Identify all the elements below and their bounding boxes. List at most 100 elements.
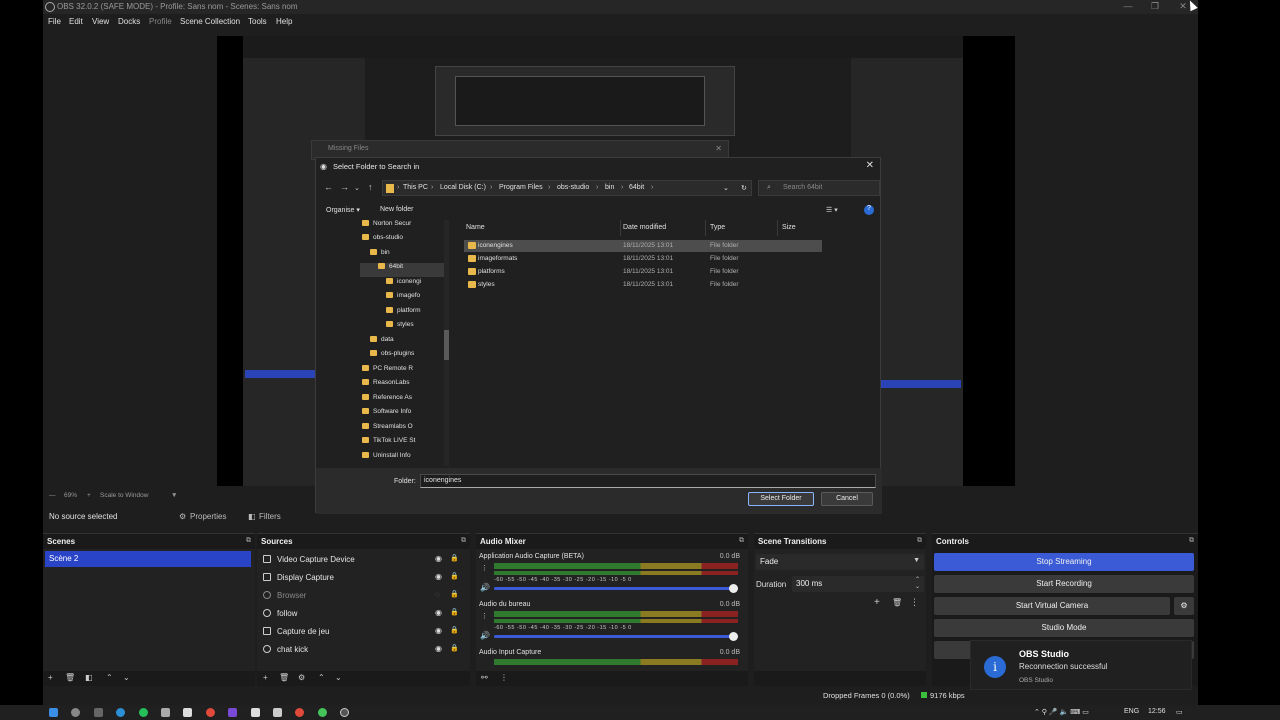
volume-slider-handle[interactable] bbox=[729, 584, 738, 593]
app-icon[interactable] bbox=[161, 708, 170, 717]
eye-icon[interactable]: ◉ bbox=[435, 626, 442, 635]
trash-icon[interactable]: 🗑 bbox=[279, 673, 289, 682]
source-item[interactable]: Browser ◌ 🔒 bbox=[261, 587, 461, 605]
column-name[interactable]: Name bbox=[466, 224, 485, 231]
chevron-down-icon[interactable]: ▼ bbox=[171, 492, 177, 499]
chrome-icon[interactable] bbox=[206, 708, 215, 717]
app-icon[interactable] bbox=[318, 708, 327, 717]
breadcrumb-item[interactable]: Local Disk (C:) bbox=[440, 184, 486, 191]
app-icon[interactable] bbox=[273, 708, 282, 717]
tree-item[interactable]: bin bbox=[370, 249, 390, 263]
folder-input[interactable]: iconengines bbox=[420, 474, 876, 488]
close-icon[interactable]: ✕ bbox=[715, 144, 722, 153]
chrome-icon[interactable] bbox=[295, 708, 304, 717]
breadcrumb-item[interactable]: This PC bbox=[403, 184, 428, 191]
menu-file[interactable]: File bbox=[48, 17, 61, 26]
tree-item[interactable]: TikTok LIVE St bbox=[362, 437, 415, 451]
column-type[interactable]: Type bbox=[710, 224, 725, 231]
scale-to-window[interactable]: Scale to Window bbox=[100, 492, 148, 499]
trash-icon[interactable]: 🗑 bbox=[892, 598, 902, 607]
menu-scene-collection[interactable]: Scene Collection bbox=[180, 17, 240, 26]
speaker-icon[interactable]: 🔊 bbox=[480, 583, 490, 592]
filters-button[interactable]: Filters bbox=[259, 512, 281, 521]
link-icon[interactable]: ⚯ bbox=[481, 673, 488, 682]
chevron-down-icon[interactable]: ⌄ bbox=[723, 184, 729, 192]
view-options-icon[interactable]: ☰ ▾ bbox=[826, 206, 838, 214]
tree-scrollbar[interactable] bbox=[444, 220, 449, 466]
start-virtual-camera-button[interactable]: Start Virtual Camera bbox=[934, 597, 1170, 615]
new-folder-button[interactable]: New folder bbox=[380, 206, 413, 213]
back-icon[interactable]: ← bbox=[324, 182, 333, 192]
stop-streaming-button[interactable]: Stop Streaming bbox=[934, 553, 1194, 571]
trash-icon[interactable]: 🗑 bbox=[65, 673, 75, 682]
tree-item[interactable]: Reference As bbox=[362, 394, 412, 408]
kebab-menu-icon[interactable]: ⋮ bbox=[500, 673, 508, 682]
breadcrumb-item[interactable]: bin bbox=[605, 184, 614, 191]
tree-item[interactable]: Streamlabs O bbox=[362, 423, 413, 437]
dock-menu-icon[interactable]: ⧉ bbox=[739, 537, 744, 545]
file-icon[interactable] bbox=[251, 708, 260, 717]
eye-off-icon[interactable]: ◌ bbox=[435, 590, 440, 599]
start-recording-button[interactable]: Start Recording bbox=[934, 575, 1194, 593]
volume-slider[interactable] bbox=[494, 587, 738, 590]
lock-icon[interactable]: 🔒 bbox=[450, 644, 459, 652]
zoom-out-icon[interactable]: — bbox=[49, 492, 56, 499]
up-icon[interactable]: ↑ bbox=[368, 182, 373, 192]
forward-icon[interactable]: → bbox=[340, 182, 349, 192]
lock-icon[interactable]: 🔒 bbox=[450, 626, 459, 634]
tree-item[interactable]: styles bbox=[386, 321, 414, 335]
scene-item[interactable]: Scène 2 bbox=[45, 551, 251, 567]
volume-slider[interactable] bbox=[494, 635, 738, 638]
tree-item[interactable]: Software Info bbox=[362, 408, 411, 422]
gear-icon[interactable]: ⚙ bbox=[298, 673, 305, 682]
menu-help[interactable]: Help bbox=[276, 17, 292, 26]
whatsapp-icon[interactable] bbox=[139, 708, 148, 717]
tree-item[interactable]: ReasonLabs bbox=[362, 379, 410, 393]
menu-profile[interactable]: Profile bbox=[149, 17, 172, 26]
chevron-down-icon[interactable]: ⌄ bbox=[123, 673, 130, 682]
eye-icon[interactable]: ◉ bbox=[435, 608, 442, 617]
source-item[interactable]: follow ◉ 🔒 bbox=[261, 605, 461, 623]
kebab-menu-icon[interactable]: ⋮ bbox=[910, 597, 919, 608]
file-row[interactable]: imageformats 18/11/2025 13:01 File folde… bbox=[464, 253, 822, 265]
edge-icon[interactable] bbox=[116, 708, 125, 717]
source-item[interactable]: Display Capture ◉ 🔒 bbox=[261, 569, 461, 587]
filter-icon[interactable]: ◧ bbox=[85, 673, 93, 682]
menu-edit[interactable]: Edit bbox=[69, 17, 83, 26]
notification-toast[interactable]: i OBS Studio Reconnection successful OBS… bbox=[970, 640, 1192, 690]
tree-item[interactable]: imagefo bbox=[386, 292, 420, 306]
eye-icon[interactable]: ◉ bbox=[435, 644, 442, 653]
lock-icon[interactable]: 🔒 bbox=[450, 590, 459, 598]
filter-icon[interactable]: ◧ bbox=[248, 512, 256, 521]
task-view-icon[interactable] bbox=[94, 708, 103, 717]
add-icon[interactable]: + bbox=[263, 673, 268, 682]
app-icon[interactable] bbox=[228, 708, 237, 717]
properties-button[interactable]: Properties bbox=[190, 512, 226, 521]
chevron-down-icon[interactable]: ⌄ bbox=[335, 673, 342, 682]
source-item[interactable]: Video Capture Device ◉ 🔒 bbox=[261, 551, 461, 569]
breadcrumb-item[interactable]: obs-studio bbox=[557, 184, 589, 191]
kebab-menu-icon[interactable]: ⋮ bbox=[481, 612, 488, 620]
add-icon[interactable]: + bbox=[48, 673, 53, 682]
chevron-down-icon[interactable]: ⌄ bbox=[354, 184, 360, 192]
windows-start-icon[interactable] bbox=[49, 708, 58, 717]
breadcrumb-item[interactable]: 64bit bbox=[629, 184, 644, 191]
add-icon[interactable]: + bbox=[874, 597, 880, 608]
column-date[interactable]: Date modified bbox=[623, 224, 666, 231]
minimize-icon[interactable]: — bbox=[1121, 1, 1135, 11]
organise-button[interactable]: Organise ▾ bbox=[326, 206, 360, 214]
close-icon[interactable]: ✕ bbox=[866, 160, 874, 171]
gear-icon[interactable]: ⚙ bbox=[1174, 597, 1194, 615]
language-indicator[interactable]: ENG bbox=[1124, 708, 1139, 715]
tree-item[interactable]: Norton Secur bbox=[362, 220, 411, 234]
refresh-icon[interactable]: ↻ bbox=[741, 184, 747, 192]
maximize-icon[interactable]: ❐ bbox=[1148, 1, 1162, 12]
scrollbar-thumb[interactable] bbox=[444, 330, 449, 360]
clock[interactable]: 12:56 bbox=[1148, 708, 1166, 715]
dock-menu-icon[interactable]: ⧉ bbox=[246, 537, 251, 545]
spinner-icon[interactable]: ⌃ ⌄ bbox=[915, 576, 920, 590]
menu-tools[interactable]: Tools bbox=[248, 17, 267, 26]
zoom-in-icon[interactable]: + bbox=[87, 492, 91, 499]
chevron-up-icon[interactable]: ⌃ bbox=[106, 673, 113, 682]
tree-item[interactable]: obs-plugins bbox=[370, 350, 414, 364]
